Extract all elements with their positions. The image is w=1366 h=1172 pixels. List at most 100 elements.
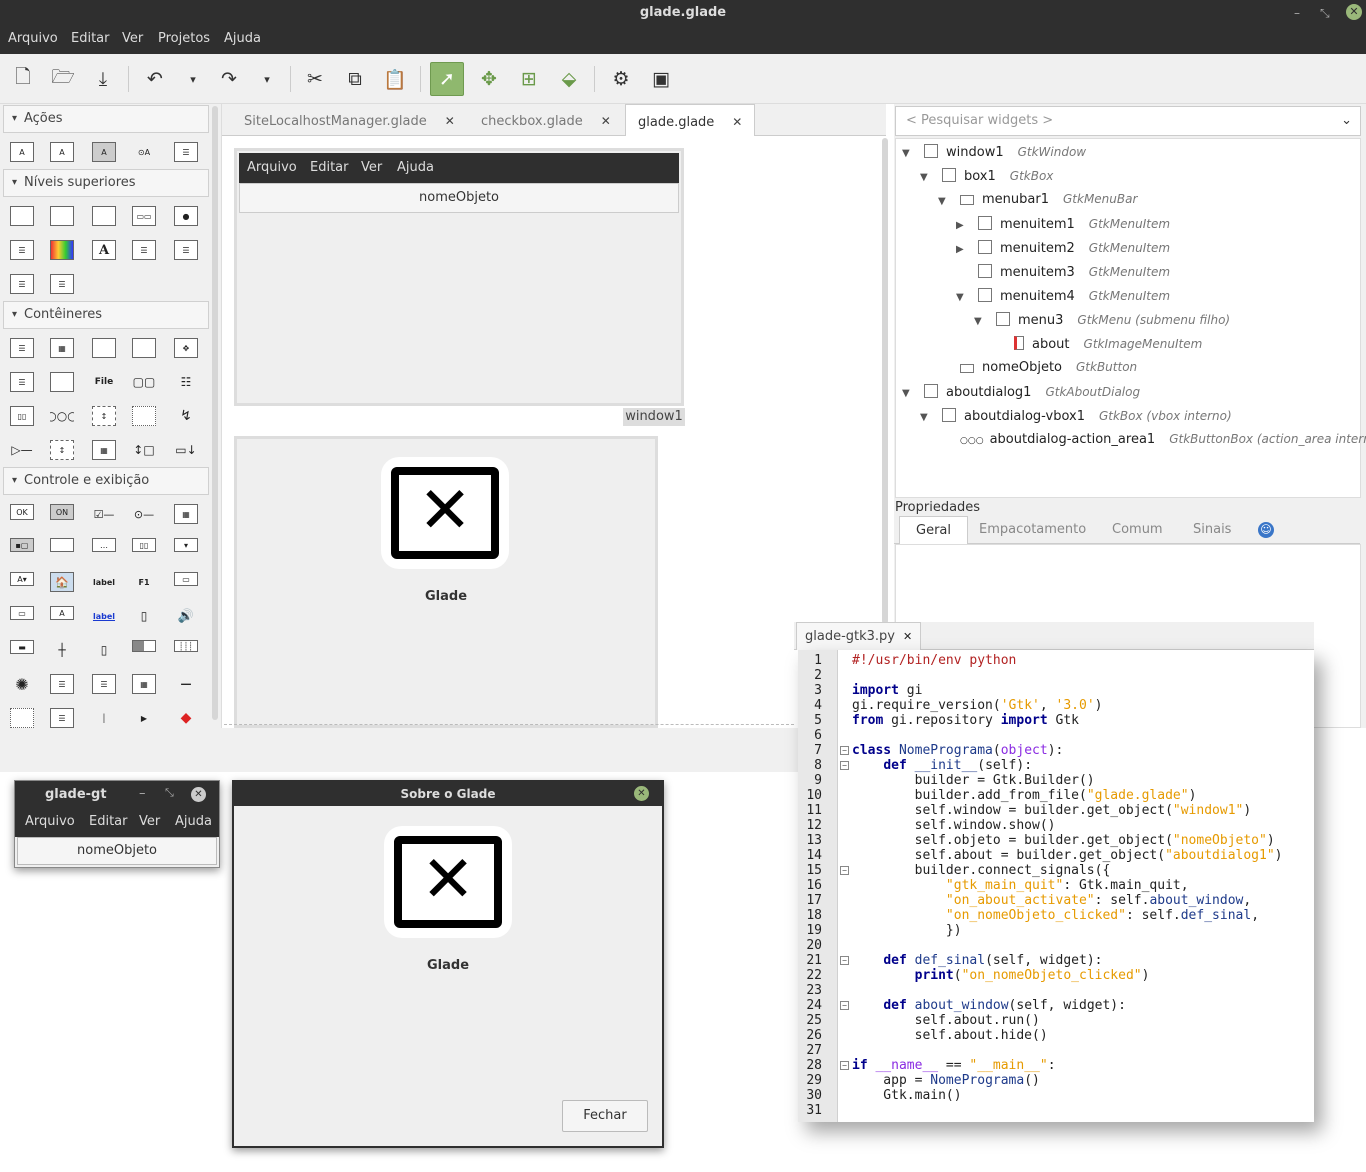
volume-button-icon[interactable]: 🔊 [174,606,198,626]
radio-button-icon[interactable]: ⊙— [132,504,156,524]
tree-row-menu3[interactable]: menu3 GtkMenu (submenu filho) [996,312,1230,328]
menubar-widget-icon[interactable]: File [92,372,116,392]
drawing-area-icon[interactable]: ◆ [174,708,198,728]
paned-icon[interactable]: ☰ [10,372,34,392]
design-aboutdialog[interactable]: ✕ Glade [234,436,658,728]
close-tab-icon[interactable]: ✕ [601,114,611,128]
redo-icon[interactable]: ↷ [212,62,246,96]
code-line[interactable]: self.objeto = builder.get_object("nomeOb… [852,833,1275,848]
menu-projetos[interactable]: Projetos [158,31,210,46]
spinner-icon[interactable]: ✺ [10,674,34,694]
link-label-icon[interactable]: label [92,606,116,626]
code-line[interactable]: builder = Gtk.Builder() [852,773,1095,788]
tree-row-nomeobjeto[interactable]: nomeObjeto GtkButton [960,360,1137,375]
canvas-scrollbar[interactable] [882,138,888,624]
app-menu-ajuda[interactable]: Ajuda [175,814,212,829]
dialog-icon[interactable]: ▭▭ [132,206,156,226]
window-widget-icon[interactable] [10,206,34,226]
statusbar-icon[interactable]: ☰ [50,708,74,728]
fold-toggle-icon[interactable]: − [840,1061,849,1070]
tab-sinais[interactable]: Sinais [1177,516,1247,544]
label-widget-icon[interactable]: label [92,572,116,592]
frame-icon[interactable] [132,338,156,358]
code-line[interactable]: self.about = builder.get_object("aboutdi… [852,848,1283,863]
undo-icon[interactable]: ↶ [138,62,172,96]
tree-row-aboutdialog-vbox1[interactable]: aboutdialog-vbox1 GtkBox (vbox interno) [942,408,1232,424]
scale-button-icon[interactable]: ▯ [132,606,156,626]
expander-icon[interactable]: ▼ [938,196,946,207]
close-icon[interactable]: ✕ [191,787,206,802]
color-button-icon[interactable]: A [50,606,74,620]
editor-tab[interactable]: glade-gtk3.py ✕ [796,622,922,650]
fold-toggle-icon[interactable]: − [840,1001,849,1010]
redo-dropdown-icon[interactable]: ▾ [250,62,284,96]
action-group-icon[interactable]: A [50,142,74,162]
accessibility-icon[interactable]: ☺ [1258,522,1274,538]
fold-toggle-icon[interactable]: − [840,866,849,875]
code-line[interactable]: "gtk_main_quit": Gtk.main_quit, [852,878,1189,893]
tree-row-action-area[interactable]: ○○○ aboutdialog-action_area1 GtkButtonBox … [960,432,1366,447]
scrolled-window-icon[interactable]: ↕□ [132,440,156,460]
minimize-icon[interactable]: – [1294,4,1300,22]
grid-icon[interactable]: ▦ [50,338,74,358]
menu-ver[interactable]: Ver [122,31,143,46]
search-entry-icon[interactable]: … [92,538,116,552]
close-icon[interactable]: ✕ [634,786,649,801]
design-window1[interactable]: Arquivo Editar Ver Ajuda nomeObjeto [234,148,684,406]
design-menu-ver[interactable]: Ver [361,160,382,175]
button-widget-icon[interactable]: OK [10,504,34,520]
close-tab-icon[interactable]: ✕ [732,115,742,129]
minimize-icon[interactable]: – [139,786,146,801]
widget-search-input[interactable]: < Pesquisar widgets > ⌄ [895,106,1361,136]
tool-palette-icon[interactable]: ☷ [174,372,198,392]
message-dialog-icon[interactable]: ● [174,206,198,226]
overlay-icon[interactable]: ↯ [174,406,198,426]
menu-arquivo[interactable]: Arquivo [8,31,58,46]
assistant-icon[interactable]: ☰ [10,240,34,260]
action-icon[interactable]: A [10,142,34,162]
button-box-icon[interactable]: ○○○ [50,406,74,426]
revealer-icon[interactable]: ▭↓ [174,440,198,460]
palette-scrollbar[interactable] [212,106,218,720]
recent-chooser-dialog-icon[interactable]: ☰ [10,274,34,294]
tree-row-menubar1[interactable]: menubar1 GtkMenuBar [960,192,1137,207]
icon-view-icon[interactable]: ▦ [132,674,156,694]
tree-row-menuitem1[interactable]: menuitem1 GtkMenuItem [978,216,1170,232]
fold-toggle-icon[interactable]: − [840,956,849,965]
menu-editar[interactable]: Editar [71,31,110,46]
maximize-icon[interactable]: ⤡ [165,786,174,800]
code-line[interactable]: Gtk.main() [852,1088,961,1103]
layout-icon[interactable]: ↕ [92,406,116,426]
cut-icon[interactable]: ✂ [298,62,332,96]
file-chooser-button-icon[interactable]: ▭ [174,572,198,586]
app-menu-ver[interactable]: Ver [139,814,160,829]
close-tab-icon[interactable]: ✕ [445,114,455,128]
preview-icon[interactable]: ▣ [644,62,678,96]
expander-arrow-icon[interactable]: ▷— [10,440,34,460]
code-line[interactable]: builder.add_from_file("glade.glade") [852,788,1197,803]
tree-view-icon[interactable]: ☰ [92,674,116,694]
link-button-icon[interactable]: ▦ [174,504,198,524]
code-line[interactable]: app = NomePrograma() [852,1073,1040,1088]
palette-section-controle[interactable]: Controle e exibição [3,467,209,495]
tree-row-window1[interactable]: window1 GtkWindow [924,144,1086,160]
code-line[interactable]: self.window = builder.get_object("window… [852,803,1252,818]
fold-toggle-icon[interactable]: − [840,746,849,755]
vertical-scrollbar-icon[interactable]: ▯ [92,640,116,660]
progress-bar-icon[interactable]: ▬ [10,640,34,654]
close-tab-icon[interactable]: ✕ [903,630,912,643]
palette-section-conteineres[interactable]: Contêineres [3,301,209,329]
code-line[interactable]: gi.require_version('Gtk', '3.0') [852,698,1102,713]
file-chooser-dialog-icon[interactable]: ☰ [174,240,198,260]
recent-action-icon[interactable]: ☰ [174,142,198,162]
design-menu-ajuda[interactable]: Ajuda [397,160,434,175]
tab-empacotamento[interactable]: Empacotamento [963,516,1102,544]
offscreen-window-icon[interactable] [50,206,74,226]
image-widget-icon[interactable]: 🏠 [50,572,74,592]
select-pointer-icon[interactable]: ➚ [430,62,464,96]
arrow-icon[interactable]: ▶ [132,708,156,728]
entry-icon[interactable] [50,538,74,552]
code-line[interactable]: #!/usr/bin/env python [852,653,1016,668]
code-line[interactable]: def def_sinal(self, widget): [852,953,1102,968]
code-line[interactable]: if __name__ == "__main__": [852,1058,1056,1073]
